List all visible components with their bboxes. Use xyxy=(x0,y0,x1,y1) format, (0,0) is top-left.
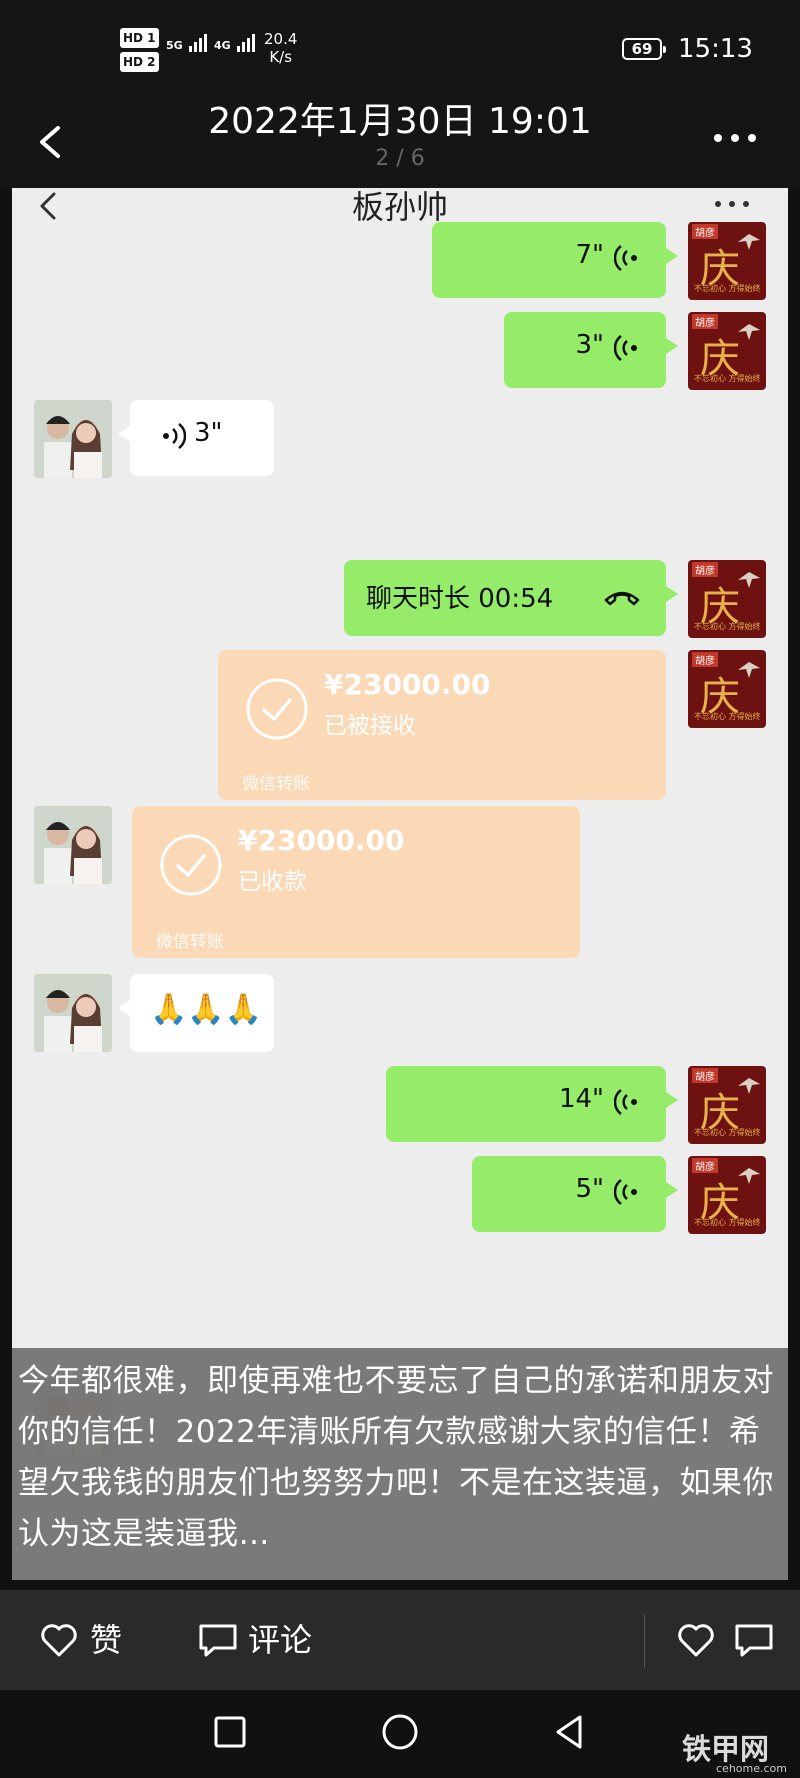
voice-message[interactable]: 14" xyxy=(386,1066,678,1142)
couple-photo-icon xyxy=(34,974,112,1052)
action-bar: 赞 评论 xyxy=(0,1590,800,1690)
chat-contact-name: 板孙帅 xyxy=(351,188,448,226)
avatar-motto: 不忘初心 方得始终 xyxy=(694,374,761,383)
voice-message[interactable]: 7" xyxy=(432,222,678,298)
post-caption[interactable]: 今年都很难，即使再难也不要忘了自己的承诺和朋友对你的信任！2022年清账所有欠款… xyxy=(12,1348,788,1580)
comment-label: 评论 xyxy=(248,1621,313,1659)
home-circle-icon[interactable] xyxy=(380,1712,420,1752)
chat-more-icon xyxy=(715,201,749,207)
emoji-message[interactable]: 🙏🙏🙏 xyxy=(118,974,274,1052)
network-speed: 20.4 K/s xyxy=(264,30,297,66)
image-counter: 2 / 6 xyxy=(375,146,425,171)
transfer-amount: ¥23000.00 xyxy=(238,824,405,857)
avatar-motto: 不忘初心 方得始终 xyxy=(694,1128,761,1137)
avatar-motto: 不忘初心 方得始终 xyxy=(694,622,761,631)
back-triangle-icon[interactable] xyxy=(550,1712,590,1752)
battery-level: 69 xyxy=(631,40,653,58)
hd1-label: HD 1 xyxy=(120,28,159,48)
voice-wave-icon xyxy=(614,1179,637,1205)
like-label: 赞 xyxy=(90,1621,123,1659)
voice-wave-icon xyxy=(614,335,637,361)
signal-bars-icon xyxy=(188,34,209,52)
voice-duration: 3" xyxy=(194,418,223,448)
voice-message[interactable]: 3" xyxy=(118,400,274,476)
contact-avatar[interactable] xyxy=(34,400,112,478)
comment-icon xyxy=(199,1624,237,1657)
contact-avatar[interactable] xyxy=(34,974,112,1052)
voice-wave-icon xyxy=(614,1089,637,1115)
action-divider xyxy=(644,1614,645,1668)
contact-avatar[interactable] xyxy=(34,806,112,884)
transfer-status: 已收款 xyxy=(238,869,307,895)
caption-text: 今年都很难，即使再难也不要忘了自己的承诺和朋友对你的信任！2022年清账所有欠款… xyxy=(18,1363,774,1552)
network-type-1: 5G xyxy=(166,39,183,52)
couple-photo-icon xyxy=(34,806,112,884)
voice-duration: 14" xyxy=(558,1084,604,1114)
like-button[interactable]: 赞 xyxy=(40,1620,140,1660)
comment-button[interactable]: 评论 xyxy=(198,1620,338,1660)
my-avatar[interactable]: 胡彦 庆 不忘初心 方得始终 xyxy=(688,222,766,300)
voice-duration: 3" xyxy=(575,330,604,360)
signal-bars-icon xyxy=(236,34,257,52)
my-avatar[interactable]: 胡彦 庆 不忘初心 方得始终 xyxy=(688,1066,766,1144)
voice-message[interactable]: 5" xyxy=(472,1156,678,1232)
post-date-title: 2022年1月30日 19:01 xyxy=(208,101,592,142)
avatar-motto: 不忘初心 方得始终 xyxy=(694,1218,761,1227)
my-avatar[interactable]: 胡彦 庆 不忘初心 方得始终 xyxy=(688,650,766,728)
phone-hangup-icon xyxy=(604,591,640,606)
signal-1: 5G xyxy=(166,34,209,52)
couple-photo-icon xyxy=(34,400,112,478)
hd2-label: HD 2 xyxy=(120,52,159,72)
recents-square-icon[interactable] xyxy=(210,1712,250,1752)
avatar-motto: 不忘初心 方得始终 xyxy=(694,712,761,721)
status-bar: HD 1 HD 2 5G 4G 20.4 K/s 69 15:13 xyxy=(0,0,800,100)
system-nav-bar: 铁甲网 cehome.com xyxy=(0,1690,800,1778)
avatar-motto: 不忘初心 方得始终 xyxy=(694,284,761,293)
transfer-footer: 微信转账 xyxy=(242,774,310,794)
transfer-card[interactable]: ¥23000.00 已收款 微信转账 xyxy=(132,806,580,958)
speed-value: 20.4 xyxy=(264,30,298,48)
network-type-2: 4G xyxy=(214,39,231,52)
call-record-message[interactable]: 聊天时长 00:54 xyxy=(344,560,678,636)
heart-icon[interactable] xyxy=(676,1622,716,1658)
check-circle-icon xyxy=(246,678,308,740)
voice-wave-icon xyxy=(614,245,637,271)
my-avatar[interactable]: 胡彦 庆 不忘初心 方得始终 xyxy=(688,560,766,638)
voice-duration: 5" xyxy=(575,1174,604,1204)
speed-unit: K/s xyxy=(269,48,293,66)
call-duration-text: 聊天时长 00:54 xyxy=(366,584,554,614)
battery-icon: 69 xyxy=(622,38,666,60)
heart-icon xyxy=(41,1624,77,1657)
chat-header: 板孙帅 xyxy=(12,188,788,234)
voice-wave-icon xyxy=(163,423,186,449)
pray-emoji: 🙏🙏🙏 xyxy=(150,992,263,1027)
check-circle-icon xyxy=(160,834,222,896)
hd-indicator: HD 1 HD 2 xyxy=(120,28,159,76)
signal-2: 4G xyxy=(214,34,257,52)
transfer-amount: ¥23000.00 xyxy=(324,668,491,701)
more-dots-icon[interactable] xyxy=(710,128,760,148)
viewer-header: 2022年1月30日 19:01 2 / 6 xyxy=(0,100,800,188)
clock: 15:13 xyxy=(678,34,753,64)
transfer-card[interactable]: ¥23000.00 已被接收 微信转账 xyxy=(218,650,666,800)
comment-icon[interactable] xyxy=(734,1622,774,1658)
my-avatar[interactable]: 胡彦 庆 不忘初心 方得始终 xyxy=(688,312,766,390)
my-avatar[interactable]: 胡彦 庆 不忘初心 方得始终 xyxy=(688,1156,766,1234)
voice-message[interactable]: 3" xyxy=(504,312,678,388)
voice-duration: 7" xyxy=(575,240,604,270)
transfer-status: 已被接收 xyxy=(324,713,416,739)
transfer-footer: 微信转账 xyxy=(156,932,224,952)
watermark-site: cehome.com xyxy=(716,1762,787,1775)
